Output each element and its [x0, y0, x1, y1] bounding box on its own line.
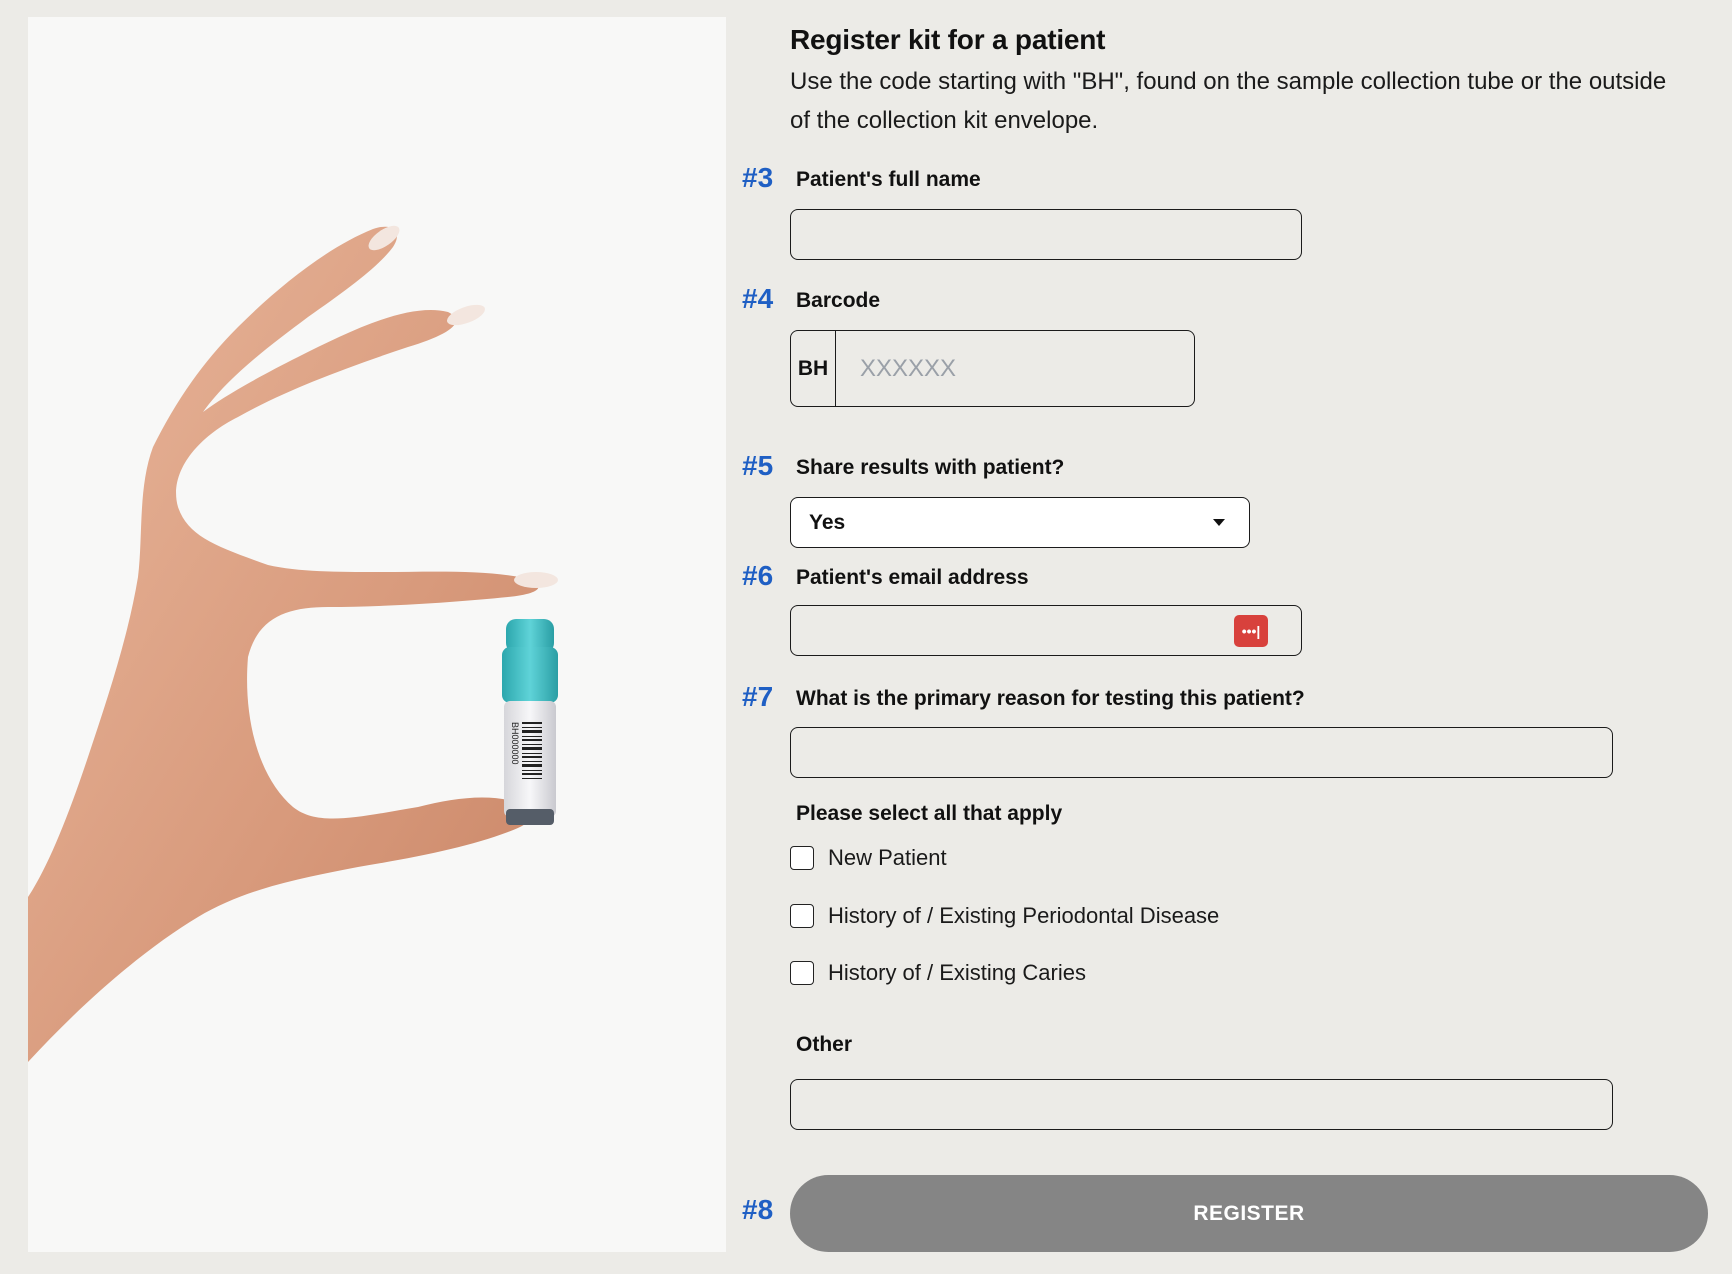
share-results-selected-value: Yes — [809, 510, 846, 534]
checkbox-label: History of / Existing Caries — [828, 960, 1086, 985]
testing-reason-label: What is the primary reason for testing t… — [796, 687, 1305, 710]
register-kit-form: Register kit for a patient Use the code … — [740, 0, 1732, 1274]
checkbox-box[interactable] — [790, 846, 814, 870]
barcode-prefix: BH — [791, 331, 836, 406]
checkbox-label: History of / Existing Periodontal Diseas… — [828, 903, 1220, 928]
page-title: Register kit for a patient — [790, 24, 1106, 55]
barcode-field: BH — [790, 330, 1195, 407]
email-label: Patient's email address — [796, 566, 1029, 589]
barcode-label: Barcode — [796, 289, 881, 312]
tube-label-text: BH000000 — [510, 722, 520, 765]
register-button[interactable]: REGISTER — [790, 1175, 1708, 1252]
full-name-input[interactable] — [790, 209, 1302, 260]
checkbox-periodontal-disease[interactable]: History of / Existing Periodontal Diseas… — [790, 903, 1219, 929]
checkbox-label: New Patient — [828, 845, 947, 870]
step-number-8: #8 — [742, 1194, 774, 1225]
testing-reason-input[interactable] — [790, 727, 1613, 778]
step-number-5: #5 — [742, 450, 774, 481]
share-results-select[interactable]: Yes — [790, 497, 1250, 548]
password-manager-icon[interactable]: •••| — [1234, 615, 1268, 647]
other-input[interactable] — [790, 1079, 1613, 1130]
hand-holding-tube-image: BH000000 — [28, 225, 558, 1062]
step-number-6: #6 — [742, 560, 774, 591]
step-number-4: #4 — [742, 283, 774, 314]
share-results-label: Share results with patient? — [796, 456, 1065, 479]
select-all-label: Please select all that apply — [796, 802, 1063, 825]
register-kit-page: BH000000 Register kit for a patient Use … — [0, 0, 1732, 1274]
step-number-3: #3 — [742, 162, 774, 193]
checkbox-new-patient[interactable]: New Patient — [790, 845, 947, 871]
barcode-input[interactable] — [836, 331, 1194, 406]
checkbox-caries[interactable]: History of / Existing Caries — [790, 960, 1086, 986]
email-input[interactable] — [790, 605, 1302, 656]
page-subtitle: Use the code starting with "BH", found o… — [790, 68, 1667, 134]
checkbox-box[interactable] — [790, 961, 814, 985]
checkbox-box[interactable] — [790, 904, 814, 928]
step-number-7: #7 — [742, 681, 774, 712]
other-label: Other — [796, 1033, 853, 1056]
full-name-label: Patient's full name — [796, 168, 981, 191]
product-image-panel: BH000000 — [28, 17, 726, 1252]
caret-down-icon — [1213, 519, 1225, 526]
